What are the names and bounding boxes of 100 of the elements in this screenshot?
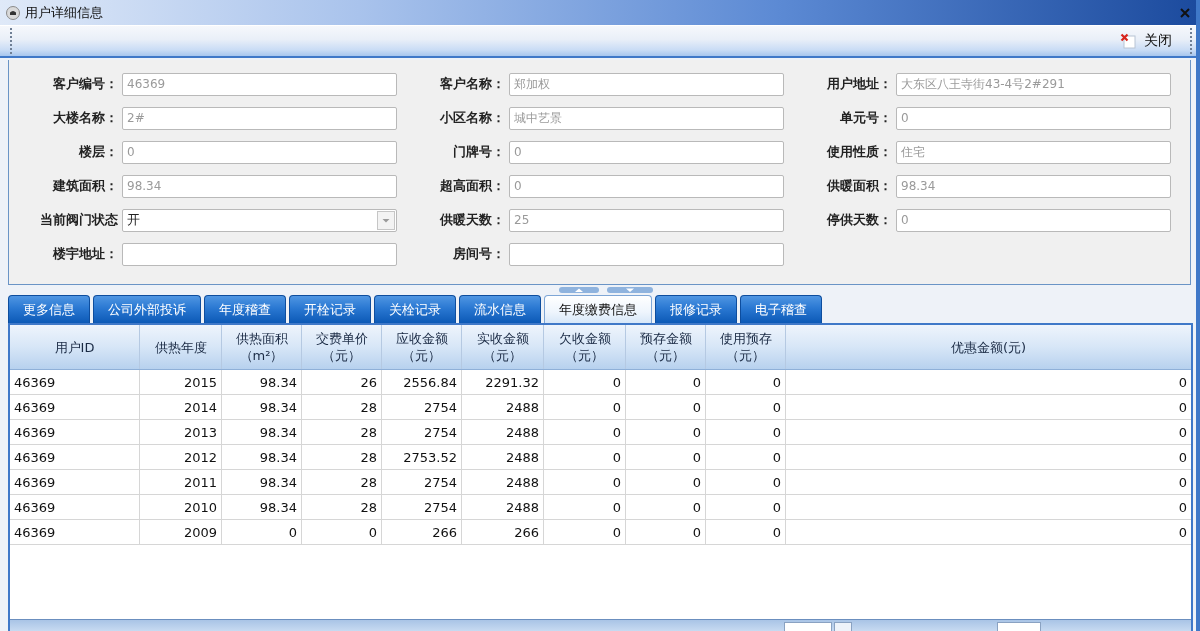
close-icon — [1120, 33, 1136, 49]
field-label: 客户名称： — [439, 75, 506, 93]
table-cell: 0 — [626, 520, 706, 544]
close-button[interactable]: 关闭 — [1116, 30, 1176, 52]
field-label: 使用性质： — [825, 143, 893, 161]
table-cell: 2556.84 — [382, 370, 462, 394]
table-cell-text: 0 — [1177, 398, 1188, 417]
table-cell: 46369 — [10, 395, 140, 419]
table-cell: 0 — [706, 395, 786, 419]
table-cell: 0 — [222, 520, 302, 544]
column-header[interactable]: 供热面积 （m²） — [222, 325, 302, 369]
table-cell: 0 — [626, 470, 706, 494]
tab[interactable]: 报修记录 — [655, 295, 737, 323]
table-cell: 28 — [302, 495, 382, 519]
close-icon — [1180, 7, 1190, 18]
table-cell: 2010 — [140, 495, 222, 519]
table-cell: 26 — [302, 370, 382, 394]
field-label: 用户地址： — [826, 75, 893, 93]
field-label: 小区名称： — [439, 109, 506, 127]
table-cell: 2754 — [382, 470, 462, 494]
field-label: 当前阀门状态 — [39, 211, 119, 229]
table-cell: 46369 — [10, 470, 140, 494]
tab[interactable]: 公司外部投诉 — [93, 295, 201, 323]
table-cell: 2291.32 — [462, 370, 544, 394]
tab[interactable]: 更多信息 — [8, 295, 90, 323]
field-label: 停供天数： — [825, 211, 893, 229]
table-cell: 0 — [544, 445, 626, 469]
table-cell: 2753.52 — [382, 445, 462, 469]
table-cell: 2754 — [382, 395, 462, 419]
table-cell: 98.34 — [222, 395, 302, 419]
table-cell-text: 0 — [1177, 523, 1188, 542]
table-cell: 2014 — [140, 395, 222, 419]
table-cell: 2488 — [462, 420, 544, 444]
table-cell: 98.34 — [222, 495, 302, 519]
field-label: 楼宇地址： — [51, 245, 119, 263]
table-cell: 0 — [544, 520, 626, 544]
field-label: 大楼名称： — [52, 109, 119, 127]
table-cell: 0 — [706, 420, 786, 444]
table-cell-text: 0 — [1177, 373, 1188, 392]
table-cell: 28 — [302, 470, 382, 494]
column-header[interactable]: 预存金额 （元） — [626, 325, 706, 369]
tab[interactable]: 年度稽查 — [204, 295, 286, 323]
table-cell: 266 — [462, 520, 544, 544]
text-field[interactable] — [122, 242, 397, 266]
table-cell: 0 — [626, 445, 706, 469]
table-cell: 98.34 — [222, 420, 302, 444]
table-cell: 2754 — [382, 420, 462, 444]
window-title: 用户详细信息 — [25, 3, 104, 22]
table-cell: 98.34 — [222, 445, 302, 469]
table-cell: 0 — [706, 495, 786, 519]
column-header[interactable]: 应收金额 （元） — [382, 325, 462, 369]
field-label: 楼层： — [77, 143, 119, 161]
field-label: 房间号： — [452, 245, 506, 263]
table-cell: 28 — [302, 395, 382, 419]
tab[interactable]: 流水信息 — [459, 295, 541, 323]
table-cell: 0 — [706, 445, 786, 469]
table-cell: 2488 — [462, 470, 544, 494]
table-cell-text: 0 — [1177, 448, 1188, 467]
table-cell: 2488 — [462, 395, 544, 419]
field-label: 客户编号： — [52, 75, 119, 93]
tab[interactable]: 电子稽查 — [740, 295, 822, 323]
table-cell: 98.34 — [222, 470, 302, 494]
table-cell: 0 — [544, 420, 626, 444]
splitter-handle[interactable] — [559, 287, 653, 294]
field-label: 门牌号： — [452, 143, 506, 161]
table-cell: 46369 — [10, 495, 140, 519]
table-cell: 0 — [626, 495, 706, 519]
table-cell: 46369 — [10, 420, 140, 444]
table-cell: 2009 — [140, 520, 222, 544]
close-button[interactable] — [1180, 7, 1190, 18]
field-label: 建筑面积： — [51, 177, 119, 195]
table-cell: 28 — [302, 445, 382, 469]
column-header[interactable]: 欠收金额 （元） — [544, 325, 626, 369]
table-cell: 2488 — [462, 495, 544, 519]
table-cell: 98.34 — [222, 370, 302, 394]
table-cell: 0 — [626, 370, 706, 394]
column-header[interactable]: 优惠金额(元) — [786, 325, 1191, 369]
table-cell: 0 — [626, 420, 706, 444]
table-cell: 0 — [626, 395, 706, 419]
text-field[interactable] — [509, 242, 784, 266]
table-cell: 0 — [706, 470, 786, 494]
table-cell: 0 — [544, 470, 626, 494]
column-header[interactable]: 用户ID — [10, 325, 140, 369]
column-header[interactable]: 交费单价 （元） — [302, 325, 382, 369]
table-cell: 0 — [706, 370, 786, 394]
field-label: 供暖面积： — [825, 177, 893, 195]
table-cell-text: 0 — [1177, 473, 1188, 492]
table-cell: 2488 — [462, 445, 544, 469]
table-cell: 2754 — [382, 495, 462, 519]
tab[interactable]: 年度缴费信息 — [544, 295, 652, 323]
window-icon — [6, 5, 20, 20]
column-header[interactable]: 实收金额 （元） — [462, 325, 544, 369]
column-header[interactable]: 供热年度 — [140, 325, 222, 369]
table-cell: 0 — [544, 395, 626, 419]
tab[interactable]: 关栓记录 — [374, 295, 456, 323]
table-cell-text: 0 — [1177, 498, 1188, 517]
tab[interactable]: 开栓记录 — [289, 295, 371, 323]
dropdown-field[interactable]: 开 — [122, 208, 397, 232]
field-label: 单元号： — [839, 109, 893, 127]
column-header[interactable]: 使用预存 （元） — [706, 325, 786, 369]
